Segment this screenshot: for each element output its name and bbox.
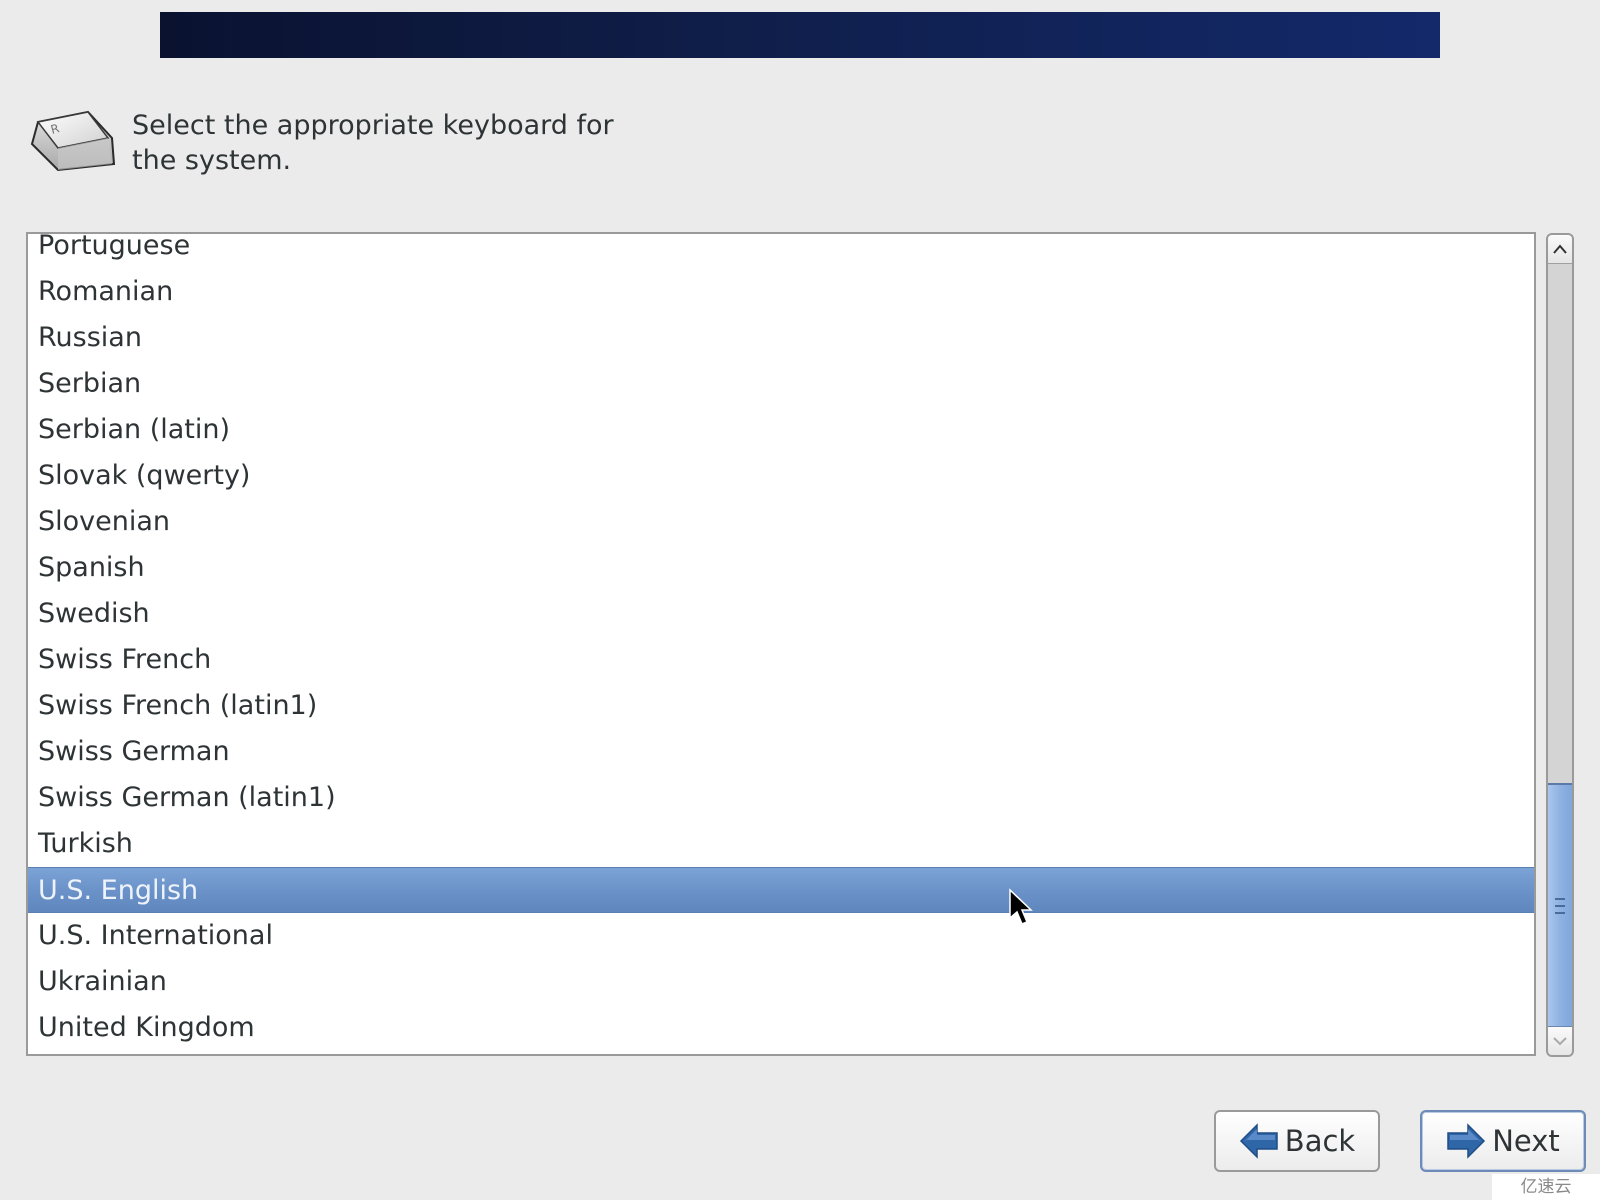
watermark: 亿速云 <box>1492 1174 1600 1200</box>
list-item[interactable]: Portuguese <box>28 234 1534 269</box>
list-item[interactable]: Swiss German <box>28 729 1534 775</box>
chevron-down-icon <box>1553 1037 1567 1046</box>
next-button[interactable]: Next <box>1420 1110 1586 1172</box>
list-item[interactable]: United Kingdom <box>28 1005 1534 1051</box>
chevron-up-icon <box>1553 244 1567 254</box>
list-item[interactable]: Turkish <box>28 821 1534 867</box>
list-item[interactable]: Swiss French <box>28 637 1534 683</box>
list-item[interactable]: Russian <box>28 315 1534 361</box>
grip-icon <box>1555 898 1565 914</box>
list-item[interactable]: Serbian (latin) <box>28 407 1534 453</box>
scroll-up-button[interactable] <box>1548 235 1572 264</box>
installer-banner <box>160 12 1440 58</box>
list-item[interactable]: Spanish <box>28 545 1534 591</box>
header: R Select the appropriate keyboard for th… <box>28 106 728 186</box>
list-item[interactable]: Swedish <box>28 591 1534 637</box>
scroll-down-button[interactable] <box>1548 1026 1572 1055</box>
back-label: Back <box>1284 1124 1356 1158</box>
list-item[interactable]: Slovenian <box>28 499 1534 545</box>
list-item[interactable]: Swiss German (latin1) <box>28 775 1534 821</box>
keyboard-layout-list[interactable]: Portuguese Romanian Russian Serbian Serbian … <box>26 232 1536 1056</box>
list-item[interactable]: Ukrainian <box>28 959 1534 1005</box>
list-scrollbar[interactable] <box>1546 233 1574 1057</box>
keyboard-prompt: Select the appropriate keyboard for the … <box>132 110 614 176</box>
list-item[interactable]: Slovak (qwerty) <box>28 453 1534 499</box>
list-item[interactable]: Serbian <box>28 361 1534 407</box>
list-item[interactable]: U.S. International <box>28 913 1534 959</box>
keyboard-key-icon: R <box>30 110 116 172</box>
back-button[interactable]: Back <box>1214 1110 1380 1172</box>
list-item[interactable]: Romanian <box>28 269 1534 315</box>
list-item-selected[interactable]: U.S. English <box>28 867 1534 913</box>
next-label: Next <box>1492 1124 1560 1158</box>
scrollbar-thumb[interactable] <box>1548 783 1572 1027</box>
arrow-left-icon <box>1239 1123 1278 1159</box>
mouse-cursor-icon <box>1009 888 1033 925</box>
list-item[interactable]: Swiss French (latin1) <box>28 683 1534 729</box>
arrow-right-icon <box>1447 1123 1486 1159</box>
